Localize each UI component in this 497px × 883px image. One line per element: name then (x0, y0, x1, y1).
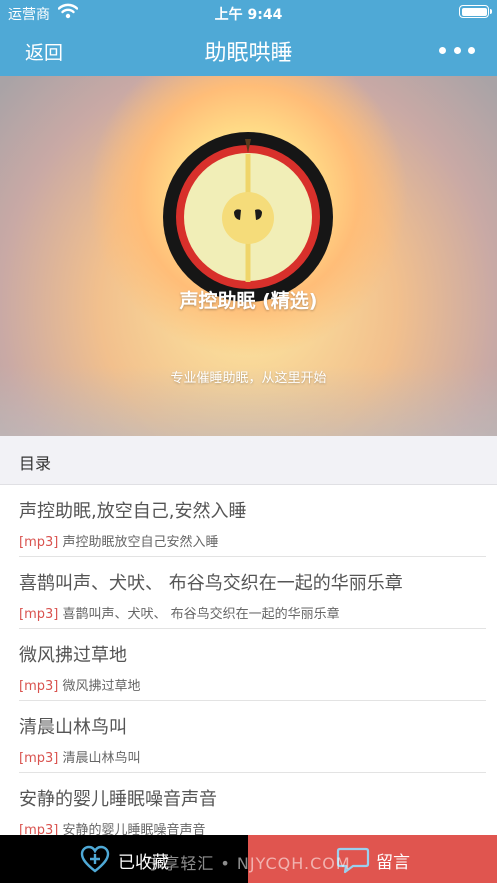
section-title: 目录 (19, 454, 52, 473)
track-file: [mp3] 清晨山林鸟叫 (19, 747, 141, 766)
list-item[interactable]: 微风拂过草地 [mp3] 微风拂过草地 (0, 629, 497, 701)
album-cover-apple-icon[interactable] (163, 132, 333, 302)
catalog-section-header: 目录 (0, 436, 497, 485)
file-type-tag: [mp3] (19, 679, 59, 694)
favorite-label: 已收藏 (118, 853, 169, 873)
list-item[interactable]: 喜鹊叫声、犬吠、 布谷鸟交织在一起的华丽乐章 [mp3] 喜鹊叫声、犬吠、 布谷… (0, 557, 497, 629)
battery-icon (459, 5, 492, 18)
track-title: 喜鹊叫声、犬吠、 布谷鸟交织在一起的华丽乐章 (19, 573, 403, 594)
album-title: 声控助眠 (精选) (179, 290, 318, 312)
track-file-name: 喜鹊叫声、犬吠、 布谷鸟交织在一起的华丽乐章 (62, 607, 340, 622)
message-label: 留言 (376, 853, 410, 873)
bottom-action-bar: 已收藏 留言 (0, 835, 497, 883)
list-item[interactable]: 清晨山林鸟叫 [mp3] 清晨山林鸟叫 (0, 701, 497, 773)
status-bar: 运营商 上午 9:44 (0, 0, 497, 26)
message-button[interactable]: 留言 (248, 835, 497, 883)
track-title: 声控助眠,放空自己,安然入睡 (19, 501, 247, 522)
track-title: 清晨山林鸟叫 (19, 717, 127, 738)
track-file-name: 清晨山林鸟叫 (62, 751, 141, 766)
file-type-tag: [mp3] (19, 607, 59, 622)
more-dots-icon[interactable] (439, 38, 475, 62)
track-file-name: 微风拂过草地 (62, 679, 141, 694)
track-file-name: 声控助眠放空自己安然入睡 (62, 535, 219, 550)
heart-plus-icon (80, 845, 110, 873)
track-file: [mp3] 微风拂过草地 (19, 675, 141, 694)
file-type-tag: [mp3] (19, 751, 59, 766)
track-list: 声控助眠,放空自己,安然入睡 [mp3] 声控助眠放空自己安然入睡 喜鹊叫声、犬… (0, 485, 497, 845)
album-subtitle: 专业催睡助眠，从这里开始 (170, 371, 327, 386)
favorite-button[interactable]: 已收藏 (0, 835, 248, 883)
track-file: [mp3] 喜鹊叫声、犬吠、 布谷鸟交织在一起的华丽乐章 (19, 603, 340, 622)
file-type-tag: [mp3] (19, 535, 59, 550)
album-hero: 声控助眠 (精选) 专业催睡助眠，从这里开始 (0, 76, 497, 436)
track-file: [mp3] 声控助眠放空自己安然入睡 (19, 531, 219, 550)
page-title: 助眠哄睡 (204, 41, 293, 66)
list-item[interactable]: 声控助眠,放空自己,安然入睡 [mp3] 声控助眠放空自己安然入睡 (0, 485, 497, 557)
chat-bubble-icon (336, 847, 370, 874)
track-title: 微风拂过草地 (19, 645, 127, 666)
status-time: 上午 9:44 (214, 7, 283, 23)
nav-bar: 返回 助眠哄睡 (0, 26, 497, 76)
track-title: 安静的婴儿睡眠噪音声音 (19, 789, 217, 810)
